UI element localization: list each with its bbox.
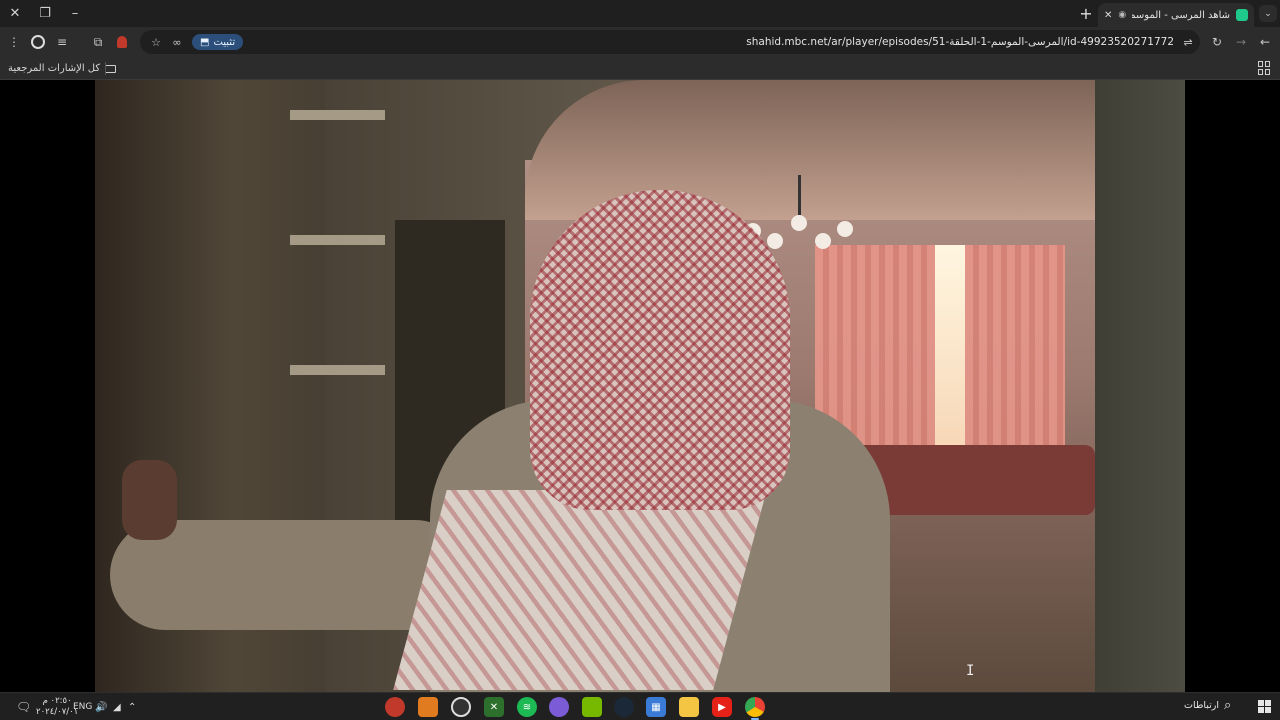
- text-cursor-icon: I: [966, 663, 975, 679]
- tab-shahid[interactable]: شاهد المرسى - الموسم 1 / الـ ◉ ✕: [1098, 3, 1254, 27]
- omnibox[interactable]: ☆ ∞ ⬒ تثبيت shahid.mbc.net/ar/player/epi…: [140, 30, 1200, 54]
- window-minimize-button[interactable]: –: [60, 0, 90, 27]
- install-icon: ⬒: [200, 36, 210, 48]
- install-label: تثبيت: [213, 36, 236, 48]
- tab-strip: ✕ ❐ – + شاهد المرسى - الموسم 1 / الـ ◉ ✕…: [0, 0, 1280, 27]
- all-bookmarks-button[interactable]: كل الإشارات المرجعية: [8, 60, 117, 77]
- app-purple-icon[interactable]: [549, 697, 569, 717]
- scene-shelf: [290, 110, 385, 120]
- file-explorer-icon[interactable]: [679, 697, 699, 717]
- all-bookmarks-label: كل الإشارات المرجعية: [8, 63, 101, 74]
- reading-list-icon[interactable]: ≡: [52, 32, 72, 52]
- new-tab-button[interactable]: +: [1076, 2, 1096, 24]
- reload-button[interactable]: ↻: [1207, 32, 1227, 52]
- nvidia-icon[interactable]: [582, 697, 602, 717]
- tab-title: شاهد المرسى - الموسم 1 / الـ: [1132, 9, 1230, 21]
- clock-time: ٠٢:٥٠ م: [42, 696, 72, 706]
- taskbar: 🗨 ٠٢:٥٠ م ٢٠٢٤/٠٧/٠١ ENG 🔊 ◢ ⌃ ✕ ≋ ▦ ▶ ا…: [0, 692, 1280, 720]
- bookmarks-bar: كل الإشارات المرجعية: [0, 57, 1280, 80]
- video-player[interactable]: I: [0, 80, 1280, 692]
- extensions-icon[interactable]: ⧉: [88, 32, 108, 52]
- notifications-icon[interactable]: 🗨: [16, 699, 31, 715]
- xbox-icon[interactable]: ✕: [484, 697, 504, 717]
- shahid-favicon-icon: [1236, 9, 1248, 21]
- clock-date: ٢٠٢٤/٠٧/٠١: [36, 707, 79, 717]
- apps-grid-icon[interactable]: [1258, 61, 1272, 75]
- scene-window: [935, 245, 965, 445]
- app-red-icon[interactable]: [385, 697, 405, 717]
- language-indicator[interactable]: ENG: [73, 699, 92, 715]
- spotify-icon[interactable]: ≋: [517, 697, 537, 717]
- scene-right-wall: [1095, 80, 1185, 692]
- folder-icon: [105, 64, 117, 73]
- url-text[interactable]: shahid.mbc.net/ar/player/episodes/المرسى…: [746, 30, 1174, 54]
- lens-icon[interactable]: ∞: [167, 32, 187, 52]
- youtube-icon[interactable]: ▶: [712, 697, 732, 717]
- profile-avatar-icon[interactable]: [28, 32, 48, 52]
- chrome-icon[interactable]: [745, 697, 765, 720]
- scene-curtain: [965, 245, 1065, 445]
- window-close-button[interactable]: ✕: [0, 0, 30, 27]
- install-app-button[interactable]: ⬒ تثبيت: [192, 34, 244, 50]
- network-icon[interactable]: ◢: [113, 699, 121, 715]
- tab-search-button[interactable]: ⌄: [1259, 5, 1277, 22]
- toolbar: ⋮ ≡ ⧉ ☆ ∞ ⬒ تثبيت shahid.mbc.net/ar/play…: [0, 27, 1280, 57]
- video-frame[interactable]: [95, 80, 1185, 692]
- steam-icon[interactable]: [614, 697, 634, 717]
- extension-red-icon[interactable]: [112, 32, 132, 52]
- davinci-icon[interactable]: [451, 697, 471, 717]
- back-button[interactable]: ←: [1255, 32, 1275, 52]
- forward-button[interactable]: →: [1231, 32, 1251, 52]
- clock[interactable]: ٠٢:٥٠ م ٢٠٢٤/٠٧/٠١: [36, 696, 78, 718]
- volume-icon[interactable]: 🔊: [95, 699, 107, 715]
- start-windows-icon[interactable]: [1258, 700, 1271, 713]
- store-icon[interactable]: ▦: [646, 697, 666, 717]
- scene-person: [110, 190, 910, 692]
- menu-button[interactable]: ⋮: [4, 32, 24, 52]
- window-restore-button[interactable]: ❐: [30, 0, 60, 27]
- close-icon[interactable]: ✕: [1104, 10, 1112, 21]
- widgets-label[interactable]: ارتباطات: [1184, 700, 1219, 711]
- app-orange-icon[interactable]: [418, 697, 438, 717]
- speaker-icon[interactable]: ◉: [1118, 10, 1126, 20]
- site-info-icon[interactable]: ⇌: [1178, 32, 1198, 52]
- bookmark-star-icon[interactable]: ☆: [146, 32, 166, 52]
- search-icon[interactable]: ⌕: [1224, 698, 1231, 713]
- chevron-up-icon[interactable]: ⌃: [128, 699, 136, 715]
- bookmarks-divider: [105, 62, 106, 75]
